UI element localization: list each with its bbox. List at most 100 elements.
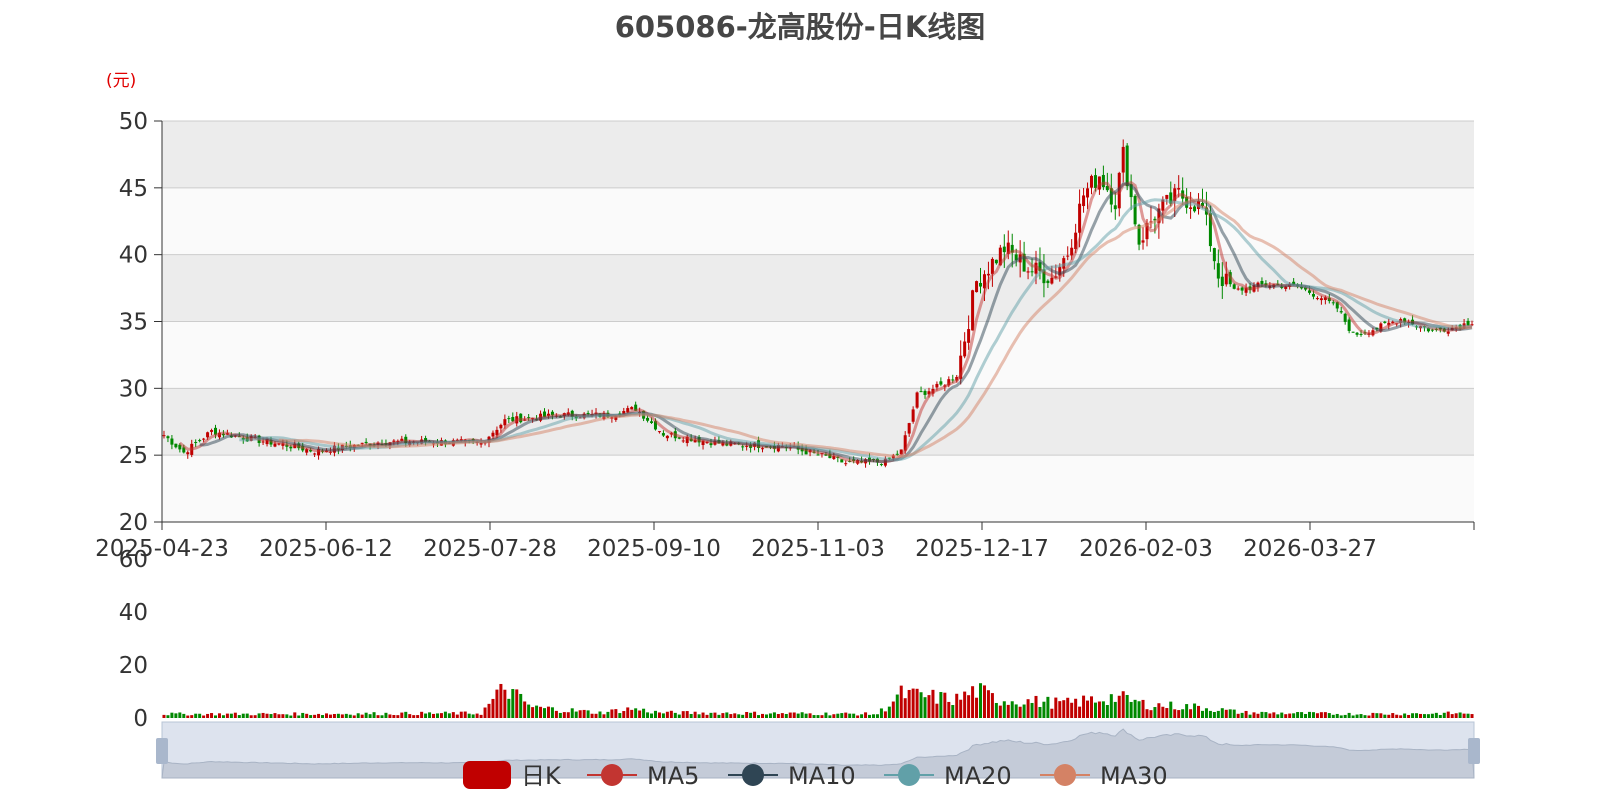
candle-body — [1086, 188, 1090, 198]
volume-bar — [574, 711, 578, 718]
volume-bar — [443, 711, 447, 718]
candle-body — [1030, 271, 1034, 273]
volume-bar — [1311, 712, 1315, 718]
candle-body — [646, 417, 650, 421]
candle-body — [816, 454, 820, 456]
candle-body — [198, 440, 202, 442]
volume-bar — [237, 715, 241, 718]
volume-bar — [955, 693, 959, 718]
volume-bar — [1442, 712, 1446, 718]
volume-bar — [546, 706, 550, 718]
volume-bar — [241, 713, 245, 718]
volume-bar — [681, 711, 685, 718]
volume-bar — [753, 711, 757, 718]
volume-bar — [1177, 710, 1181, 718]
volume-bar — [618, 713, 622, 718]
candle-body — [313, 453, 317, 455]
volume-bar — [1434, 712, 1438, 718]
candle-body — [1343, 313, 1347, 322]
volume-bars[interactable] — [162, 683, 1474, 718]
volume-bar — [368, 714, 372, 718]
volume-bar — [1462, 713, 1466, 718]
volume-bar — [868, 714, 872, 718]
volume-bar — [1403, 713, 1407, 718]
volume-bar — [737, 714, 741, 718]
candle — [971, 289, 975, 331]
candle-body — [186, 452, 190, 455]
volume-bar — [1097, 701, 1101, 718]
volume-bar — [646, 712, 650, 718]
volume-bar — [321, 715, 325, 718]
volume-bar — [186, 715, 190, 718]
volume-bar — [178, 712, 182, 718]
volume-bar — [1093, 702, 1097, 718]
volume-bar — [1133, 699, 1137, 718]
volume-bar — [487, 703, 491, 718]
volume-bar — [832, 714, 836, 718]
volume-bar — [396, 715, 400, 718]
volume-bar — [665, 711, 669, 718]
volume-bar — [439, 713, 443, 718]
volume-bar — [1078, 706, 1082, 718]
y-tick-label: 30 — [119, 376, 148, 402]
volume-bar — [388, 714, 392, 718]
volume-bar — [1284, 714, 1288, 718]
volume-bar — [990, 693, 994, 718]
volume-bar — [503, 689, 507, 718]
volume-bar — [1315, 713, 1319, 718]
candle-body — [1315, 298, 1319, 300]
volume-bar — [305, 713, 309, 718]
volume-bar — [590, 713, 594, 718]
volume-bar — [1129, 701, 1133, 718]
volume-bar — [638, 710, 642, 718]
volume-bar — [554, 710, 558, 718]
x-tick-label: 2026-02-03 — [1079, 536, 1213, 562]
candle-body — [994, 259, 998, 264]
candle-body — [1193, 206, 1197, 212]
volume-bar — [1220, 708, 1224, 718]
volume-bar — [1034, 695, 1038, 718]
volume-bar — [447, 713, 451, 718]
volume-bar — [1327, 713, 1331, 718]
volume-bar — [324, 713, 329, 718]
candle-body — [741, 446, 745, 448]
candle-body — [586, 412, 590, 414]
volume-bar — [610, 709, 614, 718]
x-tick-label: 2025-06-12 — [259, 536, 393, 562]
volume-bar — [761, 713, 765, 718]
volume-bar — [459, 711, 463, 718]
volume-bar — [281, 714, 285, 718]
volume-bar — [1415, 713, 1419, 718]
volume-bar — [511, 689, 515, 718]
volume-bar — [566, 712, 570, 718]
volume-bar — [542, 708, 547, 718]
candle — [915, 391, 919, 409]
slider-handle-left — [156, 738, 168, 764]
volume-bar — [764, 714, 768, 718]
kline-chart[interactable]: (元) 20253035404550 0204060 2025-04-23 202… — [0, 0, 1600, 800]
volume-bar — [1430, 713, 1434, 718]
volume-bar — [344, 713, 348, 718]
candle-body — [1050, 277, 1054, 284]
volume-bar — [475, 713, 479, 718]
candle — [975, 280, 979, 293]
volume-bar — [784, 713, 788, 718]
volume-bar — [1280, 712, 1284, 718]
volume-bar — [626, 707, 630, 718]
candle-body — [939, 381, 943, 385]
candle-body — [1331, 302, 1335, 304]
volume-bar — [1458, 712, 1462, 718]
volume-bar — [1189, 709, 1193, 718]
volume-bar — [824, 712, 828, 718]
volume-bar — [392, 714, 396, 718]
volume-bar — [1058, 701, 1062, 718]
volume-bar — [1204, 708, 1208, 718]
volume-bar — [903, 698, 907, 718]
volume-bar — [293, 712, 297, 718]
x-tick-label: 2025-12-17 — [915, 536, 1049, 562]
candle-body — [210, 430, 214, 432]
volume-bar — [1260, 711, 1264, 718]
candle-body — [879, 464, 883, 466]
volume-bar — [725, 712, 729, 718]
volume-bar — [586, 710, 590, 718]
